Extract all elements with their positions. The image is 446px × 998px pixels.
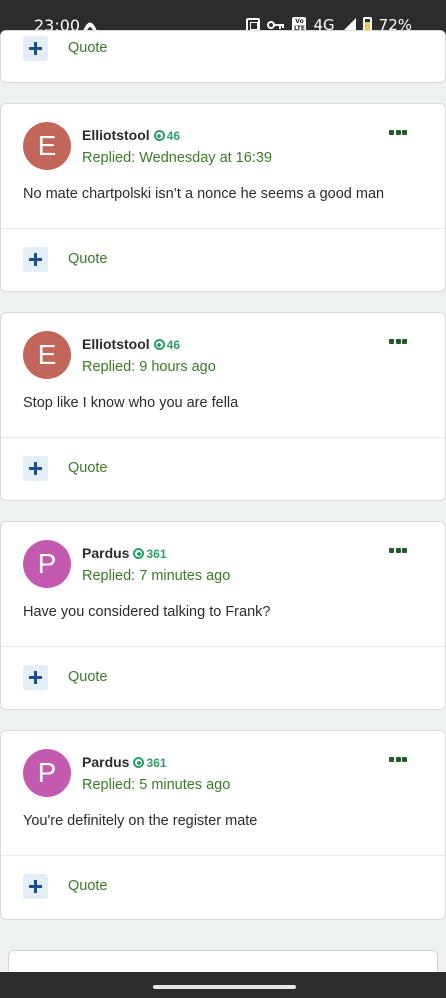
quote-button[interactable]: Quote <box>68 878 108 894</box>
avatar[interactable]: E <box>23 331 71 379</box>
username-text[interactable]: Pardus <box>82 545 129 561</box>
post-message: You're definitely on the register mate <box>23 813 258 829</box>
replied-time: Replied: 5 minutes ago <box>82 777 231 793</box>
more-options-icon[interactable] <box>389 757 407 763</box>
post-card: P Pardus 361 Replied: 7 minutes ago Have … <box>0 521 446 710</box>
username[interactable]: Elliotstool 46 <box>82 127 180 143</box>
home-gesture-handle[interactable] <box>153 985 296 989</box>
username[interactable]: Elliotstool 46 <box>82 336 180 352</box>
quote-button[interactable]: Quote <box>68 251 108 267</box>
reputation-plus-icon <box>153 339 165 350</box>
more-options-icon[interactable] <box>389 339 407 345</box>
replied-time: Replied: Wednesday at 16:39 <box>82 150 272 166</box>
divider <box>1 646 445 647</box>
divider <box>1 855 445 856</box>
post-card: E Elliotstool 46 Replied: 9 hours ago Sto… <box>0 312 446 501</box>
username[interactable]: Pardus 361 <box>82 754 167 770</box>
quote-plus-icon[interactable] <box>23 247 48 272</box>
quote-plus-icon[interactable] <box>23 456 48 481</box>
avatar[interactable]: P <box>23 540 71 588</box>
post-message: No mate chartpolski isn’t a nonce he see… <box>23 186 385 202</box>
divider <box>1 437 445 438</box>
reputation-value: 361 <box>146 547 167 561</box>
reputation-value: 361 <box>146 756 167 770</box>
reputation-plus-icon <box>133 757 145 768</box>
post-message: Have you considered talking to Frank? <box>23 604 271 620</box>
navigation-bar <box>0 972 446 998</box>
avatar[interactable]: P <box>23 749 71 797</box>
replied-time: Replied: 7 minutes ago <box>82 568 231 584</box>
username[interactable]: Pardus 361 <box>82 545 167 561</box>
reputation-plus-icon <box>133 548 145 559</box>
username-text[interactable]: Elliotstool <box>82 127 150 143</box>
quote-button[interactable]: Quote <box>68 460 108 476</box>
post-message: Stop like I know who you are fella <box>23 395 239 411</box>
post-card: E Elliotstool 46 Replied: Wednesday at 16… <box>0 103 446 292</box>
reputation-badge: 46 <box>153 338 181 352</box>
quote-plus-icon[interactable] <box>23 665 48 690</box>
divider <box>1 228 445 229</box>
more-options-icon[interactable] <box>389 130 407 136</box>
post-card: P Pardus 361 Replied: 5 minutes ago You'r… <box>0 730 446 920</box>
username-text[interactable]: Elliotstool <box>82 336 150 352</box>
reputation-badge: 361 <box>133 547 167 561</box>
reputation-value: 46 <box>166 129 181 143</box>
reputation-value: 46 <box>166 338 181 352</box>
more-options-icon[interactable] <box>389 548 407 554</box>
avatar[interactable]: E <box>23 122 71 170</box>
reputation-badge: 46 <box>153 129 181 143</box>
username-text[interactable]: Pardus <box>82 754 129 770</box>
reputation-plus-icon <box>153 130 165 141</box>
replied-time: Replied: 9 hours ago <box>82 359 216 375</box>
quote-plus-icon[interactable] <box>23 36 48 61</box>
reputation-badge: 361 <box>133 756 167 770</box>
quote-label[interactable]: Quote <box>68 40 108 56</box>
quote-plus-icon[interactable] <box>23 874 48 899</box>
quote-button[interactable]: Quote <box>68 669 108 685</box>
post-card-partial: Quote <box>0 30 446 83</box>
key-icon <box>267 21 285 29</box>
